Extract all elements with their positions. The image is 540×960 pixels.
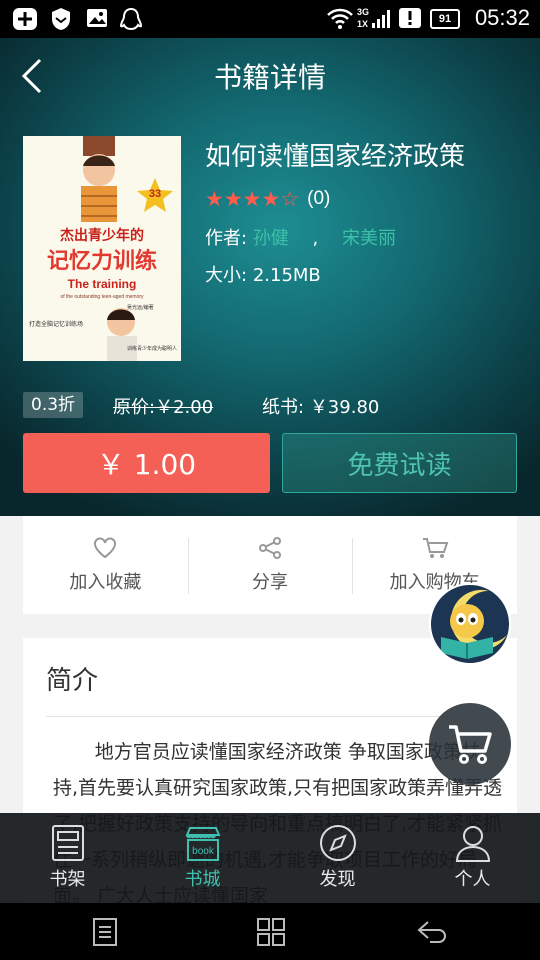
qq-penguin-icon <box>119 7 143 31</box>
tab-bookshelf[interactable]: 书架 <box>0 813 135 903</box>
original-price-value: ￥2.00 <box>155 397 214 418</box>
network-1x-label: 1X <box>357 19 369 29</box>
cover-editor: 吴光远/编著 <box>127 304 154 311</box>
alert-icon <box>399 8 421 28</box>
reader-mascot-button[interactable] <box>429 583 511 665</box>
battery-indicator: 91 <box>430 9 460 29</box>
star-filled-icon: ★ <box>223 187 243 211</box>
add-box-icon <box>13 8 37 30</box>
bookstore-icon: book <box>184 827 221 861</box>
star-filled-icon: ★ <box>205 187 224 211</box>
share-icon <box>259 537 281 559</box>
bookshelf-icon <box>51 825 84 861</box>
menu-icon[interactable] <box>92 917 118 947</box>
original-price-label: 原价: <box>113 397 156 418</box>
star-filled-icon: ★ <box>242 187 262 211</box>
divider <box>46 716 494 717</box>
add-to-favorites-button[interactable]: 加入收藏 <box>23 516 188 614</box>
network-indicator: 3G 1X <box>357 6 369 30</box>
home-icon[interactable] <box>256 917 286 947</box>
wifi-icon <box>327 8 353 29</box>
bottom-tab-bar: 书架 book 书城 发现 个人 <box>0 813 540 903</box>
floating-cart-button[interactable] <box>429 703 511 785</box>
original-price: 原价:￥2.00 <box>113 393 213 419</box>
cover-tagline-2: 训练青少年成为聪明人 <box>127 345 177 352</box>
paper-price: 纸书: ￥39.80 <box>262 393 379 419</box>
image-icon <box>87 9 107 27</box>
action-label: 加入收藏 <box>69 572 142 593</box>
book-detail-header: 书籍详情 33 杰出青少年的 记忆力训练 The training of the… <box>0 38 540 516</box>
author-link[interactable]: 孙健 <box>253 228 289 249</box>
book-title: 如何读懂国家经济政策 <box>205 142 466 172</box>
back-icon[interactable] <box>416 917 448 947</box>
book-cover-art: 33 杰出青少年的 记忆力训练 The training of the outs… <box>23 136 181 361</box>
system-nav-bar <box>0 903 540 960</box>
tab-discover[interactable]: 发现 <box>270 813 405 903</box>
cover-english-title: The training <box>68 277 137 291</box>
size-value: 2.15MB <box>252 265 321 286</box>
free-trial-button[interactable]: 免费试读 <box>282 433 517 493</box>
status-time: 05:32 <box>474 5 530 30</box>
star-empty-icon: ☆ <box>280 187 300 211</box>
discount-badge: 0.3折 <box>23 392 84 418</box>
svg-text:book: book <box>192 846 215 857</box>
paper-price-value: ￥39.80 <box>309 397 380 418</box>
network-3g-label: 3G <box>357 7 370 17</box>
cover-tagline: 打造全脑记忆训练场 <box>29 320 83 328</box>
rating: ★ ★ ★ ★ ☆ (0) <box>205 188 330 210</box>
compass-icon <box>319 825 356 861</box>
tab-label: 个人 <box>454 869 491 890</box>
author-label: 作者: <box>205 228 248 249</box>
action-label: 分享 <box>252 572 288 593</box>
file-size: 大小: 2.15MB <box>205 261 321 287</box>
paper-price-label: 纸书: <box>262 397 305 418</box>
tab-label: 书架 <box>49 869 86 890</box>
share-button[interactable]: 分享 <box>187 516 353 614</box>
signal-icon <box>372 10 390 28</box>
tab-label: 发现 <box>319 869 356 890</box>
book-cover[interactable]: 33 杰出青少年的 记忆力训练 The training of the outs… <box>23 136 181 361</box>
author-separator: , <box>312 228 319 249</box>
tab-label: 书城 <box>184 869 221 890</box>
size-label: 大小: <box>205 265 248 286</box>
star-filled-icon: ★ <box>261 187 281 211</box>
author-link[interactable]: 宋美丽 <box>342 228 396 249</box>
buy-button[interactable]: ￥ 1.00 <box>23 433 270 493</box>
intro-title: 简介 <box>46 666 99 696</box>
cart-icon <box>449 725 492 764</box>
cart-icon <box>422 538 449 558</box>
cover-english-subtitle: of the outstanding teen-aged memory <box>60 294 144 300</box>
tab-bookstore[interactable]: book 书城 <box>135 813 270 903</box>
tab-profile[interactable]: 个人 <box>405 813 540 903</box>
cover-badge: 33 <box>149 188 161 200</box>
heart-icon <box>94 537 117 559</box>
cover-main-title: 杰出青少年的 <box>60 227 144 244</box>
authors-line: 作者: 孙健 , 宋美丽 <box>205 224 396 250</box>
page-title: 书籍详情 <box>213 61 326 94</box>
rating-count: (0) <box>307 188 331 209</box>
shield-icon <box>52 8 70 30</box>
person-icon <box>455 826 490 862</box>
cover-sub-title: 记忆力训练 <box>47 248 157 274</box>
status-bar: 3G 1X 91 05:32 <box>0 0 540 38</box>
